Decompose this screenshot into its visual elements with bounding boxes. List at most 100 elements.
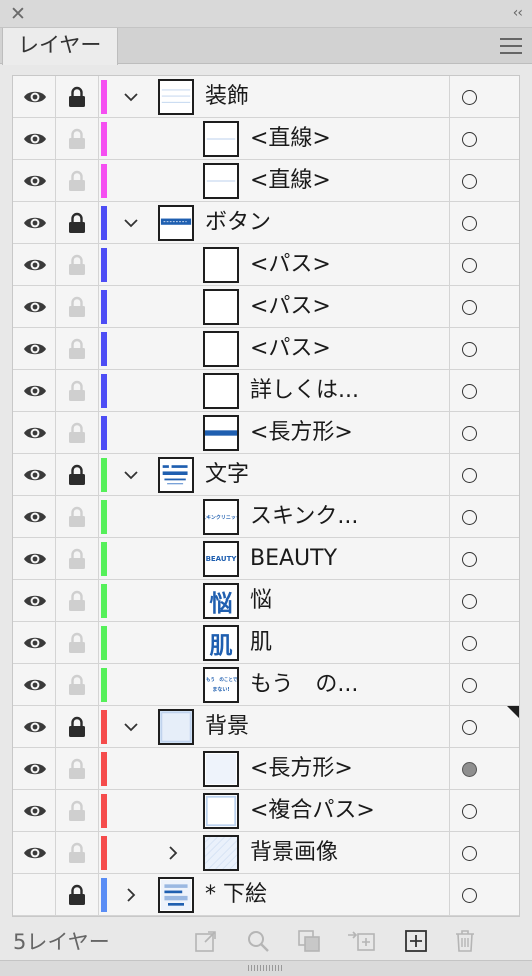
target-icon[interactable] [462,384,477,399]
visibility-toggle[interactable] [13,328,56,370]
layer-row[interactable]: 肌肌 [13,622,519,664]
lock-toggle[interactable] [56,622,99,664]
target-icon[interactable] [462,594,477,609]
layer-row[interactable]: 悩悩 [13,580,519,622]
hamburger-menu-icon[interactable] [500,38,522,54]
visibility-toggle[interactable] [13,664,56,706]
layer-name[interactable]: 詳しくは... [250,370,359,412]
chevron-down-icon[interactable] [123,88,139,106]
layer-name[interactable]: <複合パス> [250,790,375,832]
layer-name[interactable]: <パス> [250,286,331,328]
eye-icon[interactable] [23,88,47,106]
layer-row[interactable]: BEAUTY BEAUTY [13,538,519,580]
lock-toggle[interactable] [56,370,99,412]
eye-icon[interactable] [23,466,47,484]
lock-inactive-icon[interactable] [68,800,86,822]
layer-row[interactable]: ボタン [13,202,519,244]
visibility-toggle[interactable] [13,76,56,118]
visibility-toggle[interactable] [13,412,56,454]
lock-inactive-icon[interactable] [68,170,86,192]
layer-thumbnail[interactable] [203,163,239,199]
layer-thumbnail[interactable] [203,751,239,787]
layer-row[interactable]: <長方形> [13,412,519,454]
layer-name[interactable]: <長方形> [250,412,353,454]
eye-icon[interactable] [23,592,47,610]
lock-inactive-icon[interactable] [68,758,86,780]
layer-row[interactable]: 背景 [13,706,519,748]
layer-thumbnail[interactable] [203,793,239,829]
visibility-toggle[interactable] [13,160,56,202]
layer-row[interactable]: <長方形> [13,748,519,790]
lock-icon[interactable] [68,86,86,108]
layer-thumbnail[interactable] [203,835,239,871]
lock-toggle[interactable] [56,538,99,580]
lock-toggle[interactable] [56,118,99,160]
target-icon[interactable] [462,636,477,651]
lock-toggle[interactable] [56,790,99,832]
target-icon[interactable] [462,300,477,315]
layer-name[interactable]: <直線> [250,118,331,160]
target-icon[interactable] [462,342,477,357]
eye-icon[interactable] [23,130,47,148]
export-icon[interactable] [193,928,219,954]
search-icon[interactable] [245,928,271,954]
layer-thumbnail[interactable] [158,205,194,241]
layer-row[interactable]: <パス> [13,244,519,286]
eye-icon[interactable] [23,298,47,316]
layer-thumbnail[interactable] [158,457,194,493]
visibility-toggle[interactable] [13,496,56,538]
visibility-toggle[interactable] [13,286,56,328]
visibility-toggle[interactable] [13,118,56,160]
target-icon[interactable] [462,258,477,273]
layer-row[interactable]: <複合パス> [13,790,519,832]
visibility-toggle[interactable] [13,538,56,580]
target-icon[interactable] [462,90,477,105]
eye-icon[interactable] [23,508,47,526]
collapse-panel-icon[interactable]: ‹‹ [513,5,523,21]
target-icon[interactable] [462,678,477,693]
layer-row[interactable]: <パス> [13,328,519,370]
layer-name[interactable]: 装飾 [205,76,249,118]
lock-toggle[interactable] [56,412,99,454]
new-layer-icon[interactable] [403,928,429,954]
layer-row[interactable]: <パス> [13,286,519,328]
lock-toggle[interactable] [56,832,99,874]
layer-thumbnail[interactable] [158,709,194,745]
lock-toggle[interactable] [56,664,99,706]
layer-thumbnail[interactable]: もう のことで まない! [203,667,239,703]
layer-thumbnail[interactable] [203,415,239,451]
layer-row[interactable]: * 下絵 [13,874,519,916]
layer-row[interactable]: 文字 [13,454,519,496]
lock-icon[interactable] [68,464,86,486]
lock-toggle[interactable] [56,286,99,328]
lock-icon[interactable] [68,884,86,906]
layer-row[interactable]: スキンクリニック スキンク... [13,496,519,538]
chevron-down-icon[interactable] [123,466,139,484]
layer-thumbnail[interactable] [203,373,239,409]
target-icon[interactable] [462,720,477,735]
lock-toggle[interactable] [56,706,99,748]
layer-row[interactable]: 背景画像 [13,832,519,874]
chevron-down-icon[interactable] [123,214,139,232]
target-icon[interactable] [462,216,477,231]
layer-thumbnail[interactable] [203,247,239,283]
visibility-toggle[interactable] [13,244,56,286]
layer-name[interactable]: 文字 [205,454,249,496]
visibility-toggle[interactable] [13,454,56,496]
eye-icon[interactable] [23,256,47,274]
visibility-toggle[interactable] [13,580,56,622]
target-icon[interactable] [462,888,477,903]
lock-toggle[interactable] [56,496,99,538]
visibility-toggle[interactable] [13,706,56,748]
layer-name[interactable]: 背景画像 [250,832,338,874]
visibility-toggle[interactable] [13,370,56,412]
visibility-toggle[interactable] [13,748,56,790]
layer-thumbnail[interactable]: BEAUTY [203,541,239,577]
lock-inactive-icon[interactable] [68,296,86,318]
panel-resize-bar[interactable] [0,960,532,976]
lock-inactive-icon[interactable] [68,422,86,444]
lock-inactive-icon[interactable] [68,380,86,402]
visibility-toggle[interactable] [13,622,56,664]
lock-toggle[interactable] [56,454,99,496]
layer-row[interactable]: もう のことで まない! もう の... [13,664,519,706]
